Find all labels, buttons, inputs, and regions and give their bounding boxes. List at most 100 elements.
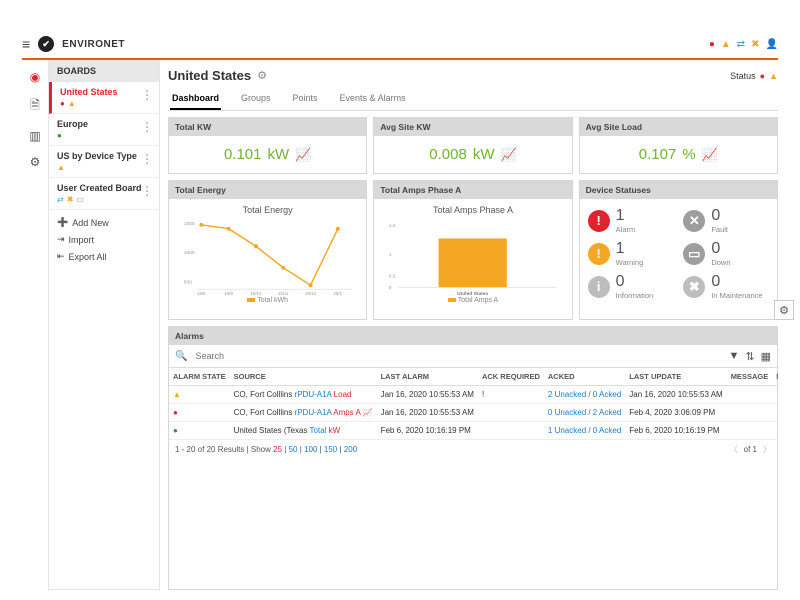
alarm-icon: ● xyxy=(60,99,65,108)
svg-text:18/10: 18/10 xyxy=(250,291,262,295)
col-ack-required[interactable]: ACK REQUIRED xyxy=(478,368,544,386)
columns-icon[interactable]: ▦ xyxy=(761,350,771,363)
ok-icon: ● xyxy=(173,426,178,435)
settings-floating-button[interactable]: ⚙ xyxy=(774,300,794,320)
trend-icon: 📈 xyxy=(363,408,373,417)
kpi-avg-site-load: Avg Site Load 0.107%📈 xyxy=(579,117,778,174)
trend-icon[interactable]: 📈 xyxy=(501,147,517,163)
left-rail: ◉ 🗎 ▥ ⚙ xyxy=(22,60,48,590)
maintenance-icon: ✖ xyxy=(67,195,74,204)
kpi-avg-site-kw: Avg Site KW 0.008 kW📈 xyxy=(373,117,572,174)
alarms-card: Alarms 🔍 ▼ ⇅ ▦ ALARM STATESOURCELAST ALA… xyxy=(168,326,778,590)
col-source[interactable]: SOURCE xyxy=(230,368,377,386)
col-acked[interactable]: ACKED xyxy=(544,368,625,386)
topbar: ≡ ✔ ENVIRONET ● ▲ ⇄ ✖ 👤 xyxy=(22,30,778,60)
tab-events-alarms[interactable]: Events & Alarms xyxy=(338,87,408,110)
trend-icon[interactable]: 📈 xyxy=(702,147,718,163)
menu-icon[interactable]: ≡ xyxy=(22,36,30,52)
network-icon[interactable]: ⇄ xyxy=(737,39,745,50)
boards-sidebar: BOARDS United States ● ▲ ⋮ Europe ● ⋮ US… xyxy=(48,60,160,590)
col-message[interactable]: MESSAGE xyxy=(727,368,773,386)
filter-icon[interactable]: ▼ xyxy=(728,350,739,363)
information-icon: i xyxy=(588,276,610,298)
alarm-icon[interactable]: ● xyxy=(760,71,765,81)
board-item-us[interactable]: United States ● ▲ ⋮ xyxy=(49,82,159,114)
col-notes[interactable]: NOTES xyxy=(772,368,778,386)
alarms-search-input[interactable] xyxy=(193,349,722,363)
alarm-icon[interactable]: ● xyxy=(709,39,715,50)
rail-settings-icon[interactable]: ⚙ xyxy=(30,155,41,169)
warning-icon[interactable]: ▲ xyxy=(769,71,778,81)
plus-icon: ➕ xyxy=(57,217,68,228)
device-status-alarm[interactable]: !1Alarm xyxy=(588,207,674,234)
svg-text:United States: United States xyxy=(457,291,488,295)
rail-boards-icon[interactable]: ◉ xyxy=(30,70,40,84)
col-last-update[interactable]: LAST UPDATE xyxy=(625,368,726,386)
svg-text:1000: 1000 xyxy=(184,250,195,256)
device-statuses-card: Device Statuses !1Alarm✕0Fault!1Warning▭… xyxy=(579,180,778,320)
warning-icon: ▲ xyxy=(173,390,181,399)
export-icon: ⇤ xyxy=(57,251,65,262)
table-row[interactable]: ● CO, Fort Colllins rPDU-A1A Amps A 📈 Ja… xyxy=(169,404,778,422)
tab-groups[interactable]: Groups xyxy=(239,87,273,110)
device-status-warning[interactable]: !1Warning xyxy=(588,240,674,267)
fault-icon: ✕ xyxy=(683,210,705,232)
maintenance-icon[interactable]: ✖ xyxy=(751,39,759,50)
alarm-icon: ● xyxy=(173,408,178,417)
user-icon[interactable]: 👤 xyxy=(766,39,778,50)
pager-next-icon[interactable]: 〉 xyxy=(763,444,771,455)
trend-icon[interactable]: 📈 xyxy=(295,147,311,163)
device-status-in-maintenance[interactable]: ✖0In Maintenance xyxy=(683,273,769,300)
status-label: Status xyxy=(730,71,756,81)
pager-prev-icon[interactable]: 〈 xyxy=(730,444,738,455)
device-status-information[interactable]: i0Information xyxy=(588,273,674,300)
sort-icon[interactable]: ⇅ xyxy=(745,350,754,363)
alarms-table: ALARM STATESOURCELAST ALARMACK REQUIREDA… xyxy=(169,367,778,440)
export-all-button[interactable]: ⇤Export All xyxy=(57,248,151,265)
down-icon: ▭ xyxy=(76,195,84,204)
board-item-us-device[interactable]: US by Device Type ▲ ⋮ xyxy=(49,146,159,178)
show-25[interactable]: 25 xyxy=(273,445,282,454)
import-icon: ⇥ xyxy=(57,234,65,245)
svg-text:0: 0 xyxy=(389,285,392,291)
rail-report-icon[interactable]: 🗎 xyxy=(30,96,40,117)
down-icon: ▭ xyxy=(683,243,705,265)
warning-icon[interactable]: ▲ xyxy=(721,39,731,50)
more-menu-icon[interactable]: ⋮ xyxy=(141,120,153,134)
show-150[interactable]: 150 xyxy=(324,445,337,454)
col-last-alarm[interactable]: LAST ALARM xyxy=(377,368,478,386)
svg-text:18/11: 18/11 xyxy=(278,291,289,295)
table-row[interactable]: ▲ CO, Fort Colllins rPDU-A1A Load Jan 16… xyxy=(169,386,778,404)
add-new-button[interactable]: ➕Add New xyxy=(57,214,151,231)
show-200[interactable]: 200 xyxy=(344,445,357,454)
svg-text:1500: 1500 xyxy=(184,221,195,227)
kpi-total-kw: Total KW 0.101 kW📈 xyxy=(168,117,367,174)
svg-text:18/9: 18/9 xyxy=(224,291,233,295)
device-status-fault[interactable]: ✕0Fault xyxy=(683,207,769,234)
chart-total-energy: Total Energy Total Energy 1500 1000 500 xyxy=(168,180,367,320)
import-button[interactable]: ⇥Import xyxy=(57,231,151,248)
more-menu-icon[interactable]: ⋮ xyxy=(141,184,153,198)
tab-points[interactable]: Points xyxy=(291,87,320,110)
in maintenance-icon: ✖ xyxy=(683,276,705,298)
logo: ✔ xyxy=(38,36,54,52)
gear-icon[interactable]: ⚙ xyxy=(257,69,267,82)
svg-text:0.5: 0.5 xyxy=(389,273,396,279)
content-tabs: Dashboard Groups Points Events & Alarms xyxy=(168,87,778,111)
alarm-icon: ! xyxy=(588,210,610,232)
table-row[interactable]: ● United States (Texas Total kW Feb 6, 2… xyxy=(169,422,778,440)
search-icon: 🔍 xyxy=(175,351,187,362)
rail-device-icon[interactable]: ▥ xyxy=(29,129,40,143)
show-50[interactable]: 50 xyxy=(289,445,298,454)
tab-dashboard[interactable]: Dashboard xyxy=(170,87,221,110)
page-header: United States ⚙ Status ● ▲ xyxy=(168,60,778,87)
device-status-down[interactable]: ▭0Down xyxy=(683,240,769,267)
show-100[interactable]: 100 xyxy=(304,445,317,454)
more-menu-icon[interactable]: ⋮ xyxy=(141,152,153,166)
more-menu-icon[interactable]: ⋮ xyxy=(141,88,153,102)
board-item-user-created[interactable]: User Created Board ⇄ ✖ ▭ ⋮ xyxy=(49,178,159,210)
col-alarm-state[interactable]: ALARM STATE xyxy=(169,368,230,386)
chart-total-amps: Total Amps Phase A Total Amps Phase A 1.… xyxy=(373,180,572,320)
board-item-europe[interactable]: Europe ● ⋮ xyxy=(49,114,159,146)
warning-icon: ! xyxy=(588,243,610,265)
